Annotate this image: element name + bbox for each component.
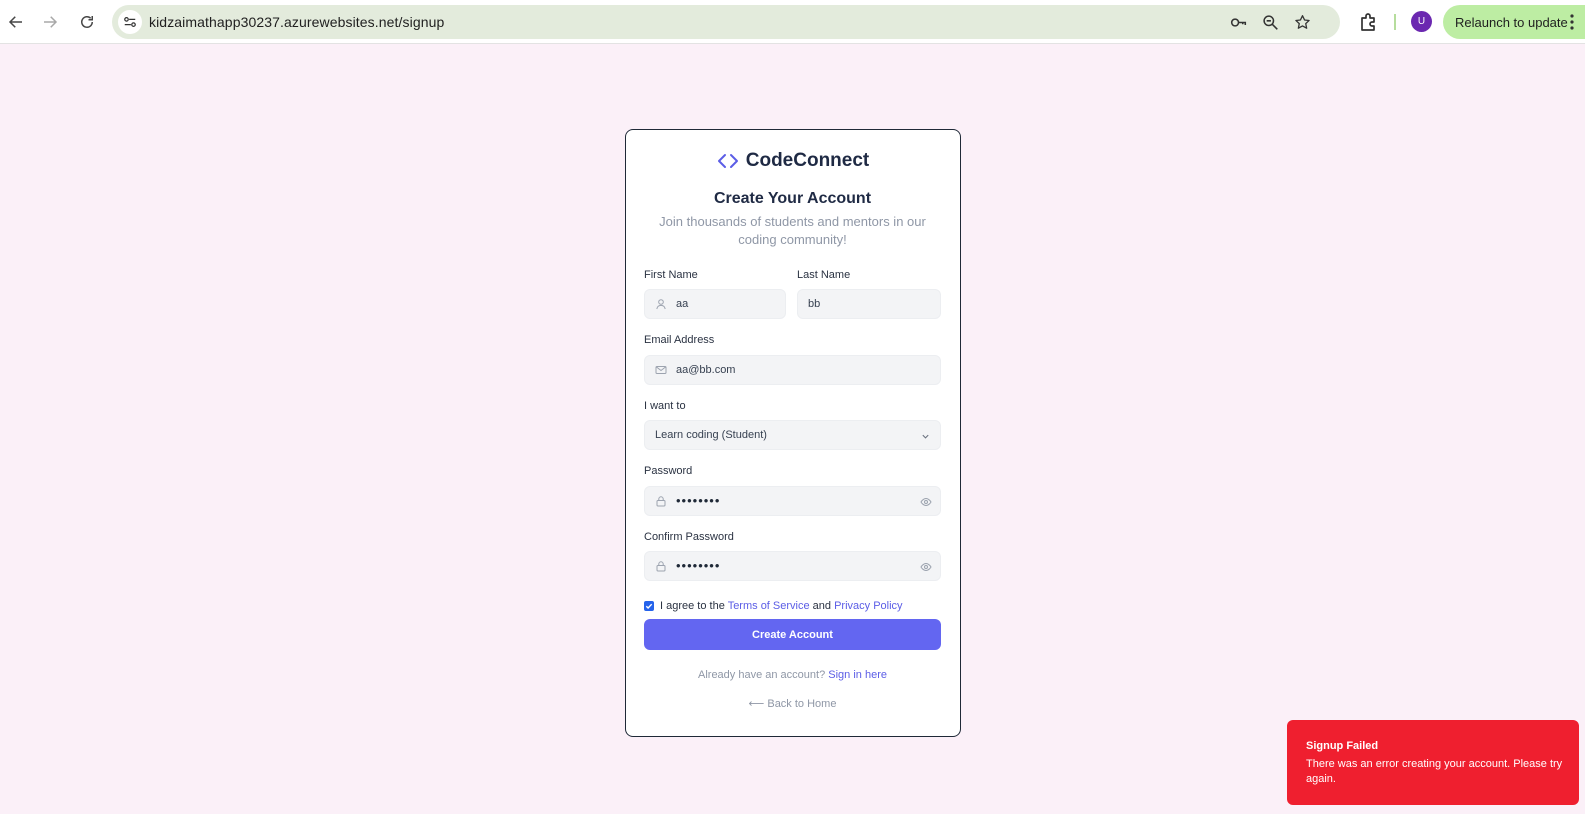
- page-title: Create Your Account: [713, 190, 872, 207]
- site-info-icon[interactable]: [118, 10, 142, 34]
- show-confirm-password-eye-icon[interactable]: [920, 561, 932, 573]
- password-label: Password: [644, 465, 693, 477]
- back-to-home-link[interactable]: ⟵ Back to Home: [626, 697, 959, 710]
- terms-of-service-link[interactable]: Terms of Service: [728, 600, 810, 612]
- zoom-icon[interactable]: [1260, 12, 1280, 32]
- bookmark-star-icon[interactable]: [1292, 12, 1312, 32]
- terms-row: I agree to the Terms of Service and Priv…: [644, 600, 903, 612]
- password-key-icon[interactable]: [1228, 12, 1248, 32]
- confirm-password-field[interactable]: ••••••••: [644, 551, 941, 581]
- chevron-down-icon: [922, 434, 929, 439]
- relaunch-button[interactable]: Relaunch to update: [1443, 5, 1585, 39]
- last-name-value: bb: [808, 298, 821, 310]
- privacy-policy-link[interactable]: Privacy Policy: [834, 600, 902, 612]
- already-have-account: Already have an account? Sign in here: [626, 669, 959, 681]
- first-name-value: aa: [676, 298, 689, 310]
- email-label: Email Address: [644, 334, 715, 346]
- back-arrow-icon[interactable]: [1, 7, 31, 37]
- terms-prefix: I agree to the: [660, 600, 725, 612]
- brand: CodeConnect: [626, 150, 959, 172]
- first-name-label: First Name: [644, 269, 698, 281]
- user-icon: [656, 299, 666, 310]
- mail-icon: [655, 366, 667, 374]
- address-bar[interactable]: kidzaimathapp30237.azurewebsites.net/sig…: [112, 5, 1340, 39]
- password-field[interactable]: ••••••••: [644, 486, 941, 516]
- browser-toolbar: kidzaimathapp30237.azurewebsites.net/sig…: [0, 0, 1585, 44]
- role-label: I want to: [644, 400, 686, 412]
- checkmark-icon: [645, 603, 653, 610]
- role-select[interactable]: Learn coding (Student): [644, 420, 941, 450]
- code-brackets-icon: [717, 154, 738, 168]
- toast-title: Signup Failed: [1306, 740, 1379, 752]
- page-subtitle: Join thousands of students and mentors i…: [659, 214, 926, 247]
- confirm-password-value: ••••••••: [676, 558, 721, 573]
- sign-in-link[interactable]: Sign in here: [828, 669, 887, 681]
- terms-checkbox[interactable]: [644, 601, 654, 611]
- email-value: aa@bb.com: [676, 364, 736, 376]
- relaunch-label: Relaunch to update: [1455, 15, 1568, 30]
- email-field[interactable]: aa@bb.com: [644, 355, 941, 385]
- last-name-label: Last Name: [797, 269, 851, 281]
- lock-icon: [656, 496, 666, 507]
- last-name-field[interactable]: bb: [797, 289, 941, 319]
- kebab-menu-icon[interactable]: [1569, 13, 1575, 31]
- forward-arrow-icon[interactable]: [35, 7, 65, 37]
- role-value: Learn coding (Student): [655, 429, 767, 441]
- signup-card: CodeConnect Create Your Account Join tho…: [625, 129, 961, 737]
- create-account-button[interactable]: Create Account: [644, 619, 941, 650]
- profile-avatar[interactable]: U: [1411, 11, 1432, 32]
- password-value: ••••••••: [676, 493, 721, 508]
- url-text[interactable]: kidzaimathapp30237.azurewebsites.net/sig…: [149, 14, 444, 30]
- show-password-eye-icon[interactable]: [920, 496, 932, 508]
- already-text: Already have an account?: [698, 669, 826, 681]
- terms-and: and: [812, 600, 832, 612]
- first-name-field[interactable]: aa: [644, 289, 786, 319]
- confirm-password-label: Confirm Password: [644, 531, 734, 543]
- toolbar-divider: [1394, 14, 1396, 30]
- reload-icon[interactable]: [72, 7, 102, 37]
- extensions-puzzle-icon[interactable]: [1358, 11, 1380, 33]
- brand-name: CodeConnect: [745, 150, 870, 171]
- toast-description: There was an error creating your account…: [1306, 758, 1563, 785]
- error-toast: Signup Failed There was an error creatin…: [1287, 720, 1579, 805]
- lock-icon: [656, 561, 666, 572]
